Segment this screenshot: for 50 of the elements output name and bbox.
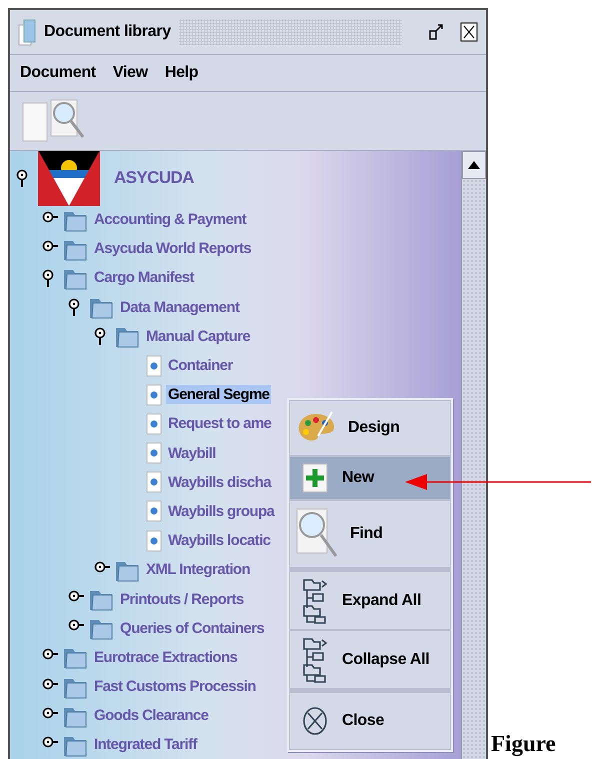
document-icon xyxy=(146,412,162,435)
tree-item[interactable]: Integrated Tariff xyxy=(92,735,199,754)
tree-item[interactable]: Request to ame xyxy=(166,414,274,434)
flag-icon xyxy=(38,151,100,206)
context-menu-item[interactable]: Collapse All xyxy=(289,630,451,689)
tree-item[interactable]: Waybills discha xyxy=(166,472,273,492)
plus-icon xyxy=(302,463,328,493)
tree-item[interactable]: Manual Capture xyxy=(144,326,252,346)
tree-item[interactable]: Queries of Containers xyxy=(118,618,266,638)
menu-item[interactable]: View xyxy=(112,64,148,82)
tree-item[interactable]: Waybills locatic xyxy=(166,531,272,550)
scroll-up-button[interactable] xyxy=(462,151,486,179)
scrollbar[interactable] xyxy=(461,151,486,759)
tree-item[interactable]: XML Integration xyxy=(144,560,252,580)
document-icon xyxy=(146,530,162,552)
tree-item[interactable]: Asycuda World Reports xyxy=(92,239,254,258)
window-title: Document library xyxy=(44,23,171,41)
tree-item[interactable]: Container xyxy=(166,356,235,376)
search-icon xyxy=(296,508,338,560)
menu-item[interactable]: Help xyxy=(164,64,198,82)
document-icon xyxy=(146,442,162,464)
context-menu-item[interactable]: Find xyxy=(289,500,451,568)
figure-caption: Figure xyxy=(491,731,556,757)
context-menu-item[interactable]: New xyxy=(289,456,451,500)
tree-item[interactable]: Cargo Manifest xyxy=(92,268,196,288)
document-icon xyxy=(146,471,162,494)
context-menu-item[interactable]: Close xyxy=(289,692,451,750)
collapse-tree-icon xyxy=(302,636,328,682)
menu-item[interactable]: Document xyxy=(20,64,96,82)
tree-item[interactable]: Goods Clearance xyxy=(92,706,210,726)
tree-item[interactable]: Accounting & Payment xyxy=(92,210,248,230)
tree-item[interactable]: Eurotrace Extractions xyxy=(92,648,240,667)
tree-item[interactable]: Data Management xyxy=(118,298,242,317)
tree-item[interactable]: Fast Customs Processin xyxy=(92,677,258,696)
context-menu-item[interactable]: Expand All xyxy=(289,571,451,630)
tree-item[interactable]: ASYCUDA xyxy=(112,167,196,189)
tree-item[interactable]: General Segme xyxy=(166,385,272,404)
document-icon xyxy=(146,384,162,406)
up-arrow-icon xyxy=(468,161,480,169)
document-stack-icon xyxy=(18,17,36,47)
undock-icon[interactable] xyxy=(428,23,444,41)
document-icon xyxy=(146,500,162,522)
close-icon[interactable] xyxy=(460,22,478,42)
close-icon xyxy=(302,706,328,736)
tree-item[interactable]: Waybill xyxy=(166,444,218,463)
context-menu-item[interactable]: Design xyxy=(289,400,451,456)
expand-tree-icon xyxy=(302,578,328,624)
tree-item[interactable]: Waybills groupa xyxy=(166,502,276,521)
document-icon xyxy=(146,354,162,377)
tree-item[interactable]: Printouts / Reports xyxy=(118,590,246,609)
